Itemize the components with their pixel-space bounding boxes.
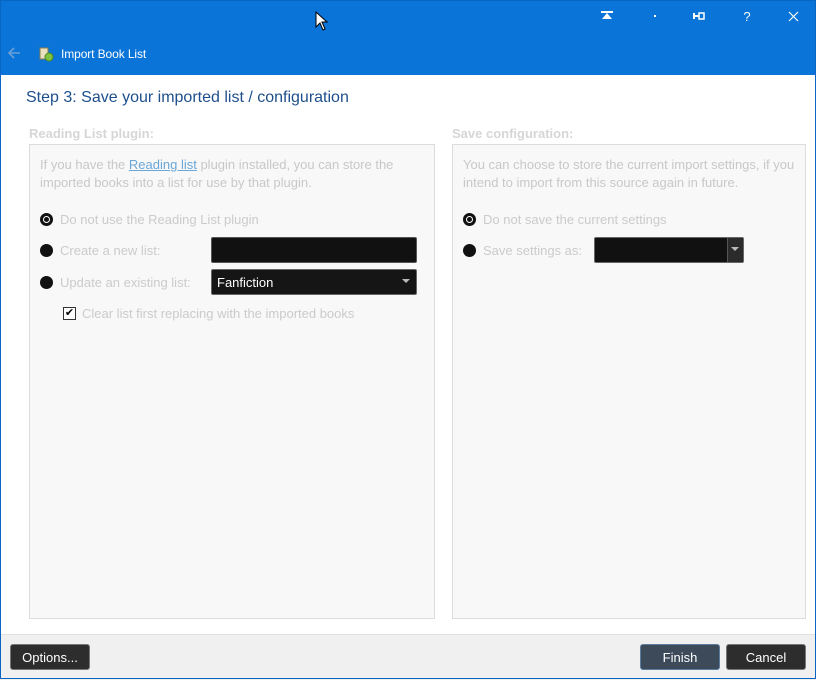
app-book-icon: [37, 45, 55, 63]
clear-list-checkbox[interactable]: ✔: [63, 307, 76, 320]
back-arrow-icon[interactable]: [6, 44, 24, 62]
option-clear-list[interactable]: ✔ Clear list first replacing with the im…: [63, 306, 354, 321]
option-no-reading-list[interactable]: Do not use the Reading List plugin: [40, 212, 259, 227]
existing-list-dropdown[interactable]: Fanfiction: [211, 269, 417, 295]
save-settings-dropdown[interactable]: [594, 237, 744, 263]
radio-no-reading-list[interactable]: [40, 213, 53, 226]
radio-no-save[interactable]: [463, 213, 476, 226]
close-icon[interactable]: [771, 4, 815, 28]
help-icon[interactable]: ?: [725, 4, 769, 28]
minimize-icon[interactable]: [633, 4, 677, 28]
radio-create-list[interactable]: [40, 244, 53, 257]
save-config-panel: You can choose to store the current impo…: [452, 144, 806, 619]
radio-save-as[interactable]: [463, 244, 476, 257]
reading-list-label: Reading List plugin:: [29, 126, 154, 141]
save-config-description: You can choose to store the current impo…: [463, 157, 795, 190]
option-save-as-label: Save settings as:: [483, 243, 582, 258]
chevron-down-icon: [402, 279, 410, 283]
footer-bar: Options... Finish Cancel: [0, 634, 816, 680]
existing-list-value: Fanfiction: [217, 274, 274, 290]
reading-list-link[interactable]: Reading list: [129, 157, 197, 172]
option-create-list-label: Create a new list:: [60, 243, 161, 258]
new-list-name-input[interactable]: [211, 237, 417, 263]
reading-list-description: If you have the Reading list plugin inst…: [40, 157, 394, 190]
save-config-label: Save configuration:: [452, 126, 574, 141]
options-button[interactable]: Options...: [10, 644, 90, 670]
title-bar: ? Import Book List: [0, 0, 816, 75]
option-no-save-label: Do not save the current settings: [483, 212, 667, 227]
option-save-as[interactable]: Save settings as:: [463, 243, 582, 258]
window-title: Import Book List: [61, 47, 147, 61]
wizard-content: Step 3: Save your imported list / config…: [0, 75, 816, 634]
option-update-list-label: Update an existing list:: [60, 275, 191, 290]
radio-update-list[interactable]: [40, 276, 53, 289]
step-title: Step 3: Save your imported list / config…: [26, 89, 349, 106]
option-no-reading-list-label: Do not use the Reading List plugin: [60, 212, 259, 227]
cancel-button[interactable]: Cancel: [726, 644, 806, 670]
restore-top-icon[interactable]: [585, 4, 629, 28]
option-update-list[interactable]: Update an existing list:: [40, 275, 191, 290]
option-no-save[interactable]: Do not save the current settings: [463, 212, 667, 227]
chevron-down-icon: [731, 247, 739, 251]
mouse-cursor-icon: [315, 11, 329, 31]
clear-list-label: Clear list first replacing with the impo…: [82, 306, 355, 321]
option-create-list[interactable]: Create a new list:: [40, 243, 160, 258]
reading-list-panel: If you have the Reading list plugin inst…: [29, 144, 435, 619]
finish-button[interactable]: Finish: [640, 644, 720, 670]
pin-icon[interactable]: [677, 4, 721, 28]
